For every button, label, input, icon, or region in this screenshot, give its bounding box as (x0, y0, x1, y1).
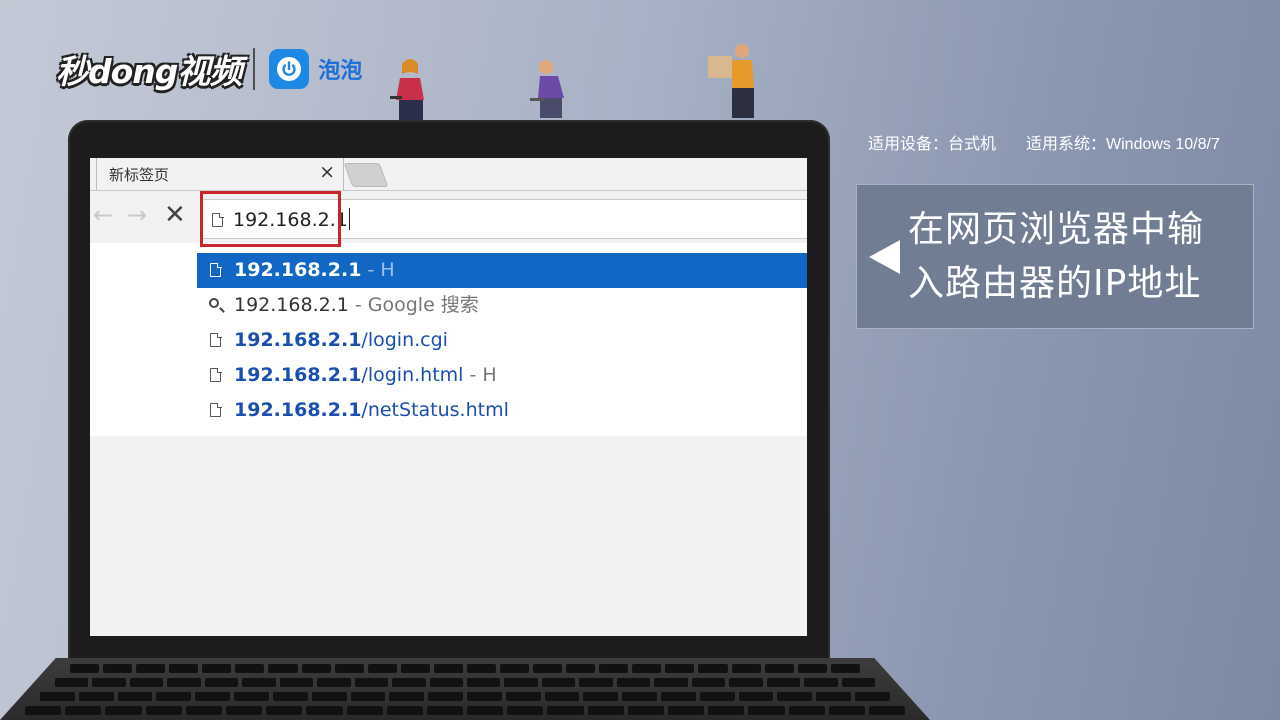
suggestion-item[interactable]: 192.168.2.1/netStatus.html (197, 393, 807, 428)
brand-logo: 秒dong视频 泡泡 (56, 44, 362, 94)
tab-strip: 新标签页 × (90, 158, 807, 191)
key-row (25, 706, 906, 715)
search-icon (209, 298, 219, 308)
suggestion-path: /login.html (361, 364, 464, 386)
back-arrow-icon[interactable]: ← (93, 199, 113, 231)
tab-new-tab[interactable]: 新标签页 × (96, 158, 344, 191)
suggestion-item[interactable]: 192.168.2.1/login.html - H (197, 358, 807, 393)
delivery-man-illustration (708, 44, 754, 118)
left-triangle-icon (869, 239, 900, 274)
key-row (70, 664, 860, 673)
browser-window: 新标签页 × ← → ✕ 192.168.2.1 192.168.2.1 - H… (90, 158, 807, 636)
close-tab-icon[interactable]: × (319, 161, 335, 183)
suggestion-dropdown: 192.168.2.1 - H 192.168.2.1 - Google 搜索 … (90, 243, 807, 437)
brand-logo-text: 秒dong视频 (56, 52, 242, 91)
page-icon (210, 332, 222, 347)
suggestion-query: 192.168.2.1 (234, 294, 349, 316)
key-row (55, 678, 875, 687)
new-tab-button[interactable] (343, 163, 389, 187)
instruction-callout: 在网页浏览器中输 入路由器的IP地址 (856, 184, 1254, 329)
instruction-line-1: 在网页浏览器中输 (908, 209, 1205, 250)
page-icon (210, 402, 222, 417)
suggestion-suffix: - Google 搜索 (348, 294, 479, 316)
instruction-text: 在网页浏览器中输 入路由器的IP地址 (908, 203, 1248, 311)
tab-title: 新标签页 (109, 166, 170, 184)
suggestion-item[interactable]: 192.168.2.1/login.cgi (197, 323, 807, 358)
suggestion-url: 192.168.2.1 (234, 259, 362, 281)
browser-toolbar: ← → ✕ 192.168.2.1 (90, 191, 807, 243)
suggestion-path: /login.cgi (361, 329, 448, 351)
device-info: 适用设备：台式机 适用系统：Windows 10/8/7 (868, 130, 1220, 154)
page-icon (210, 262, 222, 277)
suggestion-path: /netStatus.html (361, 399, 509, 421)
suggestion-url: 192.168.2.1 (234, 364, 362, 386)
instruction-line-2: 入路由器的IP地址 (908, 263, 1202, 304)
key-row (40, 692, 890, 701)
page-content (90, 436, 807, 636)
suggestion-url: 192.168.2.1 (234, 399, 362, 421)
address-highlight-box (200, 191, 341, 247)
suggestion-suffix: - H (361, 259, 395, 281)
brand-divider (253, 48, 256, 90)
suggestion-item[interactable]: 192.168.2.1 - H (197, 253, 807, 288)
suggestion-suffix: - H (463, 364, 497, 386)
stop-loading-icon[interactable]: ✕ (164, 199, 186, 231)
page-icon (210, 367, 222, 382)
woman-illustration (390, 59, 424, 120)
laptop-keyboard (0, 658, 930, 720)
forward-arrow-icon[interactable]: → (127, 199, 147, 231)
text-caret (348, 208, 350, 230)
partner-label: 泡泡 (318, 59, 363, 84)
power-icon (269, 49, 310, 89)
suggestion-url: 192.168.2.1 (234, 329, 362, 351)
man-illustration (530, 60, 564, 118)
device-label: 适用设备：台式机 (868, 136, 997, 153)
system-label: 适用系统：Windows 10/8/7 (1026, 136, 1220, 153)
suggestion-item[interactable]: 192.168.2.1 - Google 搜索 (197, 288, 807, 323)
